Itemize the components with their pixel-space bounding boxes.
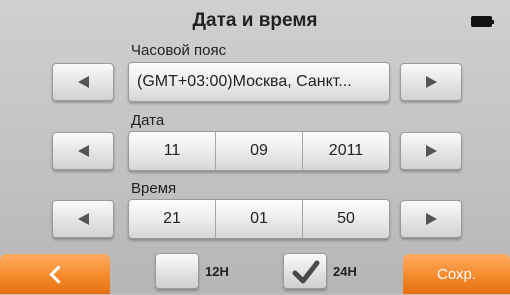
date-prev-button[interactable] (52, 132, 114, 170)
back-button[interactable] (0, 254, 110, 294)
arrow-right-icon (425, 145, 437, 157)
date-field: 11 09 2011 (128, 131, 390, 171)
timezone-field[interactable]: (GMT+03:00)Москва, Санкт... (128, 62, 390, 102)
time-field: 21 01 50 (128, 199, 390, 239)
format-24h-checkbox[interactable] (283, 253, 327, 289)
date-label: Дата (131, 112, 165, 129)
arrow-left-icon (77, 76, 89, 88)
timezone-next-button[interactable] (400, 63, 462, 101)
format-24h-label: 24H (333, 264, 357, 279)
arrow-left-icon (77, 145, 89, 157)
time-prev-button[interactable] (52, 200, 114, 238)
arrow-right-icon (425, 213, 437, 225)
arrow-left-icon (77, 213, 89, 225)
time-minute[interactable]: 01 (216, 200, 303, 238)
time-hour[interactable]: 21 (129, 200, 216, 238)
timezone-prev-button[interactable] (52, 63, 114, 101)
timezone-value: (GMT+03:00)Москва, Санкт... (137, 73, 352, 90)
chevron-left-icon (48, 264, 68, 284)
date-next-button[interactable] (400, 132, 462, 170)
date-month[interactable]: 09 (216, 132, 303, 170)
settings-screen: Дата и время Часовой пояс (GMT+03:00)Мос… (0, 0, 510, 294)
save-button[interactable]: Сохр. (403, 254, 510, 294)
time-next-button[interactable] (400, 200, 462, 238)
checkmark-icon (292, 260, 320, 284)
battery-icon (471, 16, 494, 27)
time-label: Время (131, 180, 177, 197)
date-year[interactable]: 2011 (303, 132, 389, 170)
date-day[interactable]: 11 (129, 132, 216, 170)
timezone-label: Часовой пояс (131, 42, 227, 59)
time-second[interactable]: 50 (303, 200, 389, 238)
format-12h-label: 12H (205, 264, 229, 279)
arrow-right-icon (425, 76, 437, 88)
save-button-label: Сохр. (436, 265, 477, 283)
format-12h-checkbox[interactable] (155, 253, 199, 289)
page-title: Дата и время (192, 10, 318, 31)
